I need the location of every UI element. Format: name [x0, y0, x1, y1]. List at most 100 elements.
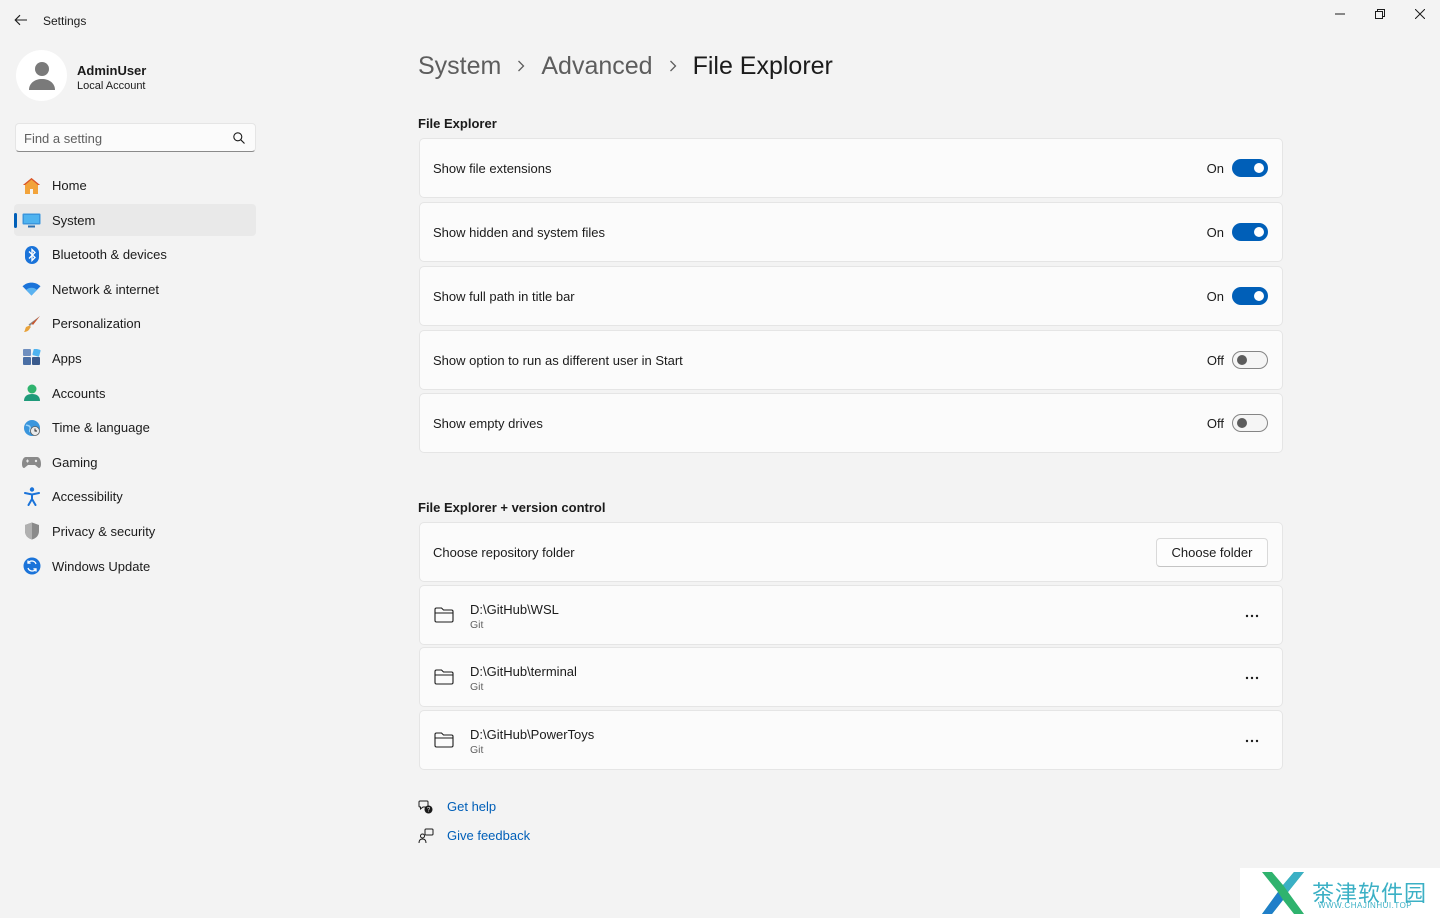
settings-window: Settings AdminUser Local Account Home — [0, 0, 1440, 918]
search-box — [15, 123, 256, 152]
wifi-icon — [22, 280, 41, 299]
sidebar-item-label: System — [52, 212, 96, 228]
sidebar-item-label: Home — [52, 178, 87, 193]
user-name: AdminUser — [77, 63, 147, 78]
repo-path: D:\GitHub\WSL — [470, 602, 559, 617]
page-title: File Explorer — [692, 51, 833, 80]
sidebar-item-label: Bluetooth & devices — [52, 247, 167, 263]
sidebar-item-gaming[interactable]: Gaming — [14, 446, 256, 478]
sidebar-item-label: Apps — [52, 350, 82, 366]
repo-path: D:\GitHub\terminal — [470, 664, 577, 679]
sidebar-item-home[interactable]: Home — [14, 169, 256, 201]
bluetooth-icon — [22, 245, 41, 264]
sidebar-item-accounts[interactable]: Accounts — [14, 377, 256, 409]
user-profile[interactable]: AdminUser Local Account — [16, 50, 256, 102]
give-feedback-label[interactable]: Give feedback — [447, 828, 530, 843]
accounts-icon — [22, 384, 41, 403]
feedback-icon — [418, 828, 434, 844]
section-title-file-explorer: File Explorer — [418, 116, 497, 131]
back-button[interactable] — [8, 8, 34, 32]
close-button[interactable] — [1400, 0, 1440, 28]
choose-repository-card: Choose repository folder Choose folder — [419, 522, 1283, 582]
more-options-button[interactable] — [1238, 604, 1266, 628]
sidebar-item-label: Personalization — [52, 316, 141, 332]
breadcrumb: System Advanced File Explorer — [418, 48, 833, 84]
setting-show-full-path: Show full path in title bar On — [419, 266, 1283, 326]
account-type: Local Account — [77, 80, 146, 92]
toggle-state-label: On — [1206, 225, 1224, 240]
help-chat-icon: ? — [418, 800, 433, 814]
breadcrumb-system[interactable]: System — [418, 52, 501, 81]
minimize-button[interactable] — [1320, 0, 1360, 28]
toggle-knob — [1237, 355, 1247, 365]
setting-label: Show option to run as different user in … — [433, 353, 683, 368]
sidebar-item-privacy[interactable]: Privacy & security — [14, 515, 256, 547]
sidebar-item-label: Network & internet — [52, 281, 159, 297]
sidebar-item-label: Accessibility — [52, 489, 123, 505]
more-options-button[interactable] — [1238, 666, 1266, 690]
folder-icon — [434, 732, 454, 748]
setting-label: Show empty drives — [433, 416, 543, 431]
toggle-knob — [1254, 163, 1264, 173]
chevron-right-icon — [517, 60, 525, 72]
watermark-logo-icon — [1262, 872, 1304, 914]
setting-label: Show hidden and system files — [433, 225, 605, 240]
toggle-knob — [1254, 227, 1264, 237]
toggle-switch[interactable] — [1232, 351, 1268, 369]
close-icon — [1415, 9, 1425, 19]
toggle-state-label: On — [1206, 161, 1224, 176]
sidebar-item-label: Privacy & security — [52, 523, 156, 539]
avatar — [16, 50, 67, 101]
setting-label: Show file extensions — [433, 161, 552, 176]
sidebar-item-windows-update[interactable]: Windows Update — [14, 550, 256, 582]
brush-icon — [22, 314, 41, 333]
toggle-switch[interactable] — [1232, 287, 1268, 305]
give-feedback-link[interactable]: Give feedback — [418, 826, 530, 846]
setting-show-empty-drives: Show empty drives Off — [419, 393, 1283, 453]
accessibility-icon — [22, 487, 41, 507]
more-options-button[interactable] — [1238, 729, 1266, 753]
sidebar-item-time-language[interactable]: Time & language — [14, 411, 256, 443]
person-icon — [28, 61, 55, 90]
sidebar-item-label: Time & language — [52, 420, 150, 436]
sidebar-nav: Home System Bluetooth & devices Network … — [14, 169, 256, 584]
search-input[interactable] — [24, 128, 224, 148]
setting-label: Show full path in title bar — [433, 289, 575, 304]
watermark: 茶津软件园 WWW.CHAJINHUI.TOP — [1240, 868, 1440, 918]
toggle-switch[interactable] — [1232, 223, 1268, 241]
section-title-version-control: File Explorer + version control — [418, 500, 606, 515]
minimize-icon — [1335, 13, 1345, 15]
restore-button[interactable] — [1360, 0, 1400, 28]
repo-item-terminal: D:\GitHub\terminal Git — [419, 647, 1283, 707]
search-icon[interactable] — [232, 131, 246, 145]
more-icon — [1245, 676, 1259, 680]
sidebar-item-personalization[interactable]: Personalization — [14, 307, 256, 339]
get-help-label[interactable]: Get help — [447, 799, 496, 814]
setting-show-hidden-files: Show hidden and system files On — [419, 202, 1283, 262]
system-icon — [22, 211, 41, 230]
globe-clock-icon — [22, 418, 41, 437]
toggle-state-label: Off — [1206, 416, 1224, 431]
toggle-switch[interactable] — [1232, 159, 1268, 177]
sidebar-item-apps[interactable]: Apps — [14, 342, 256, 374]
toggle-switch[interactable] — [1232, 414, 1268, 432]
home-icon — [22, 176, 41, 195]
sidebar-item-network[interactable]: Network & internet — [14, 273, 256, 305]
setting-label: Choose repository folder — [433, 545, 575, 560]
breadcrumb-advanced[interactable]: Advanced — [541, 52, 652, 81]
more-icon — [1245, 739, 1259, 743]
sidebar-item-bluetooth[interactable]: Bluetooth & devices — [14, 238, 256, 270]
restore-icon — [1375, 9, 1385, 19]
repo-type: Git — [470, 744, 484, 756]
sidebar-item-label: Windows Update — [52, 558, 151, 574]
sidebar-item-label: Accounts — [52, 385, 106, 401]
more-icon — [1245, 614, 1259, 618]
repo-item-wsl: D:\GitHub\WSL Git — [419, 585, 1283, 645]
toggle-state-label: On — [1206, 289, 1224, 304]
get-help-link[interactable]: ? Get help — [418, 797, 496, 817]
choose-folder-button[interactable]: Choose folder — [1156, 538, 1268, 567]
toggle-knob — [1237, 418, 1247, 428]
sidebar-item-accessibility[interactable]: Accessibility — [14, 480, 256, 512]
back-arrow-icon — [14, 14, 27, 26]
sidebar-item-system[interactable]: System — [14, 203, 256, 236]
